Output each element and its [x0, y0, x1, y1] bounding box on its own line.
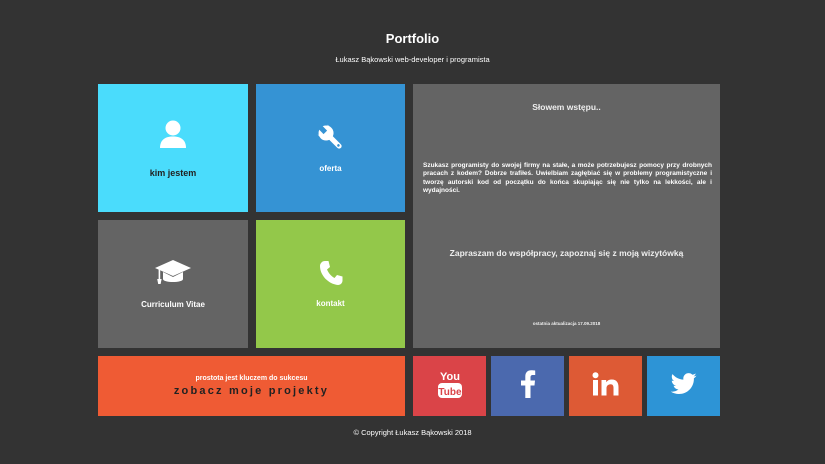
- graduation-cap-icon: [153, 259, 193, 292]
- user-icon: [159, 119, 187, 154]
- svg-text:Tube: Tube: [438, 387, 462, 398]
- intro-panel: Słowem wstępu.. Szukasz programisty do s…: [413, 84, 720, 348]
- tile-curriculum-vitae[interactable]: Curriculum Vitae: [98, 220, 248, 348]
- intro-text: Szukasz programisty do swojej firmy na s…: [423, 162, 712, 194]
- tile-offer[interactable]: oferta: [256, 84, 405, 212]
- page-subtitle: Łukasz Bąkowski web-developer i programi…: [335, 55, 490, 64]
- youtube-icon: You Tube: [437, 368, 463, 405]
- tile-about-me[interactable]: kim jestem: [98, 84, 248, 212]
- tile-contact[interactable]: kontakt: [256, 220, 405, 348]
- phone-icon: [319, 260, 343, 291]
- see-projects-link[interactable]: zobacz moje projekty: [174, 385, 329, 397]
- tile-curriculum-vitae-label: Curriculum Vitae: [141, 300, 205, 309]
- linkedin-icon: [592, 371, 620, 401]
- linkedin-link[interactable]: [569, 356, 642, 416]
- facebook-link[interactable]: [491, 356, 564, 416]
- tile-contact-label: kontakt: [316, 299, 345, 308]
- twitter-link[interactable]: [647, 356, 720, 416]
- intro-call-to-action: Zapraszam do współpracy, zapoznaj się z …: [449, 248, 684, 258]
- intro-heading: Słowem wstępu..: [532, 102, 601, 112]
- youtube-link[interactable]: You Tube: [413, 356, 486, 416]
- tile-offer-label: oferta: [319, 164, 342, 173]
- projects-banner[interactable]: prostota jest kluczem do sukcesu zobacz …: [98, 356, 405, 416]
- page-title: Portfolio: [385, 31, 440, 46]
- wrench-icon: [316, 123, 346, 158]
- svg-text:You: You: [440, 371, 460, 383]
- footer-copyright: © Copyright Łukasz Bąkowski 2018: [353, 428, 472, 437]
- facebook-icon: [520, 369, 536, 403]
- projects-tagline: prostota jest kluczem do sukcesu: [195, 375, 308, 382]
- twitter-icon: [670, 372, 697, 400]
- last-updated-text: ostatnia aktualizacja 17.09.2018: [532, 321, 601, 326]
- tile-about-me-label: kim jestem: [149, 167, 197, 178]
